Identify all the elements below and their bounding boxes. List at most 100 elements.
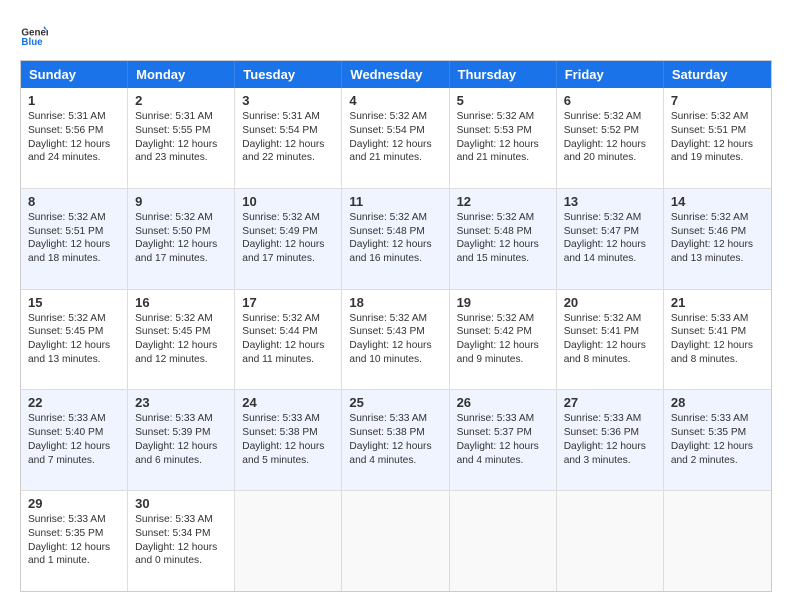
- day-info-line: Sunrise: 5:33 AM: [28, 513, 120, 527]
- day-info-line: Daylight: 12 hours: [671, 440, 764, 454]
- day-info-line: Sunset: 5:45 PM: [28, 325, 120, 339]
- day-info-line: Sunrise: 5:32 AM: [349, 110, 441, 124]
- day-info-line: Sunrise: 5:33 AM: [349, 412, 441, 426]
- day-cell-26: 26Sunrise: 5:33 AMSunset: 5:37 PMDayligh…: [450, 390, 557, 490]
- day-info-line: Sunset: 5:48 PM: [457, 225, 549, 239]
- day-cell-8: 8Sunrise: 5:32 AMSunset: 5:51 PMDaylight…: [21, 189, 128, 289]
- day-info-line: Daylight: 12 hours: [135, 541, 227, 555]
- day-info-line: and 6 minutes.: [135, 454, 227, 468]
- day-cell-24: 24Sunrise: 5:33 AMSunset: 5:38 PMDayligh…: [235, 390, 342, 490]
- weekday-header-friday: Friday: [557, 61, 664, 88]
- day-info-line: Daylight: 12 hours: [28, 238, 120, 252]
- day-info-line: Sunrise: 5:32 AM: [457, 110, 549, 124]
- day-info-line: Sunset: 5:49 PM: [242, 225, 334, 239]
- day-info-line: Daylight: 12 hours: [457, 440, 549, 454]
- day-info-line: and 13 minutes.: [671, 252, 764, 266]
- day-info-line: Sunset: 5:46 PM: [671, 225, 764, 239]
- calendar-body: 1Sunrise: 5:31 AMSunset: 5:56 PMDaylight…: [21, 88, 771, 591]
- day-info-line: Sunrise: 5:31 AM: [28, 110, 120, 124]
- day-info-line: Sunset: 5:34 PM: [135, 527, 227, 541]
- day-number: 6: [564, 93, 656, 108]
- day-info-line: and 13 minutes.: [28, 353, 120, 367]
- day-info-line: Sunset: 5:54 PM: [349, 124, 441, 138]
- day-info-line: Daylight: 12 hours: [457, 339, 549, 353]
- day-info-line: Daylight: 12 hours: [349, 440, 441, 454]
- day-info-line: Sunrise: 5:33 AM: [135, 412, 227, 426]
- calendar-row-3: 22 Sunrise: 5:33 AM Sunset: 5:40 PM Dayligh…: [21, 389, 771, 490]
- day-info-line: Sunrise: 5:31 AM: [135, 110, 227, 124]
- calendar-header: SundayMondayTuesdayWednesdayThursdayFrid…: [21, 61, 771, 88]
- day-info-line: Sunrise: 5:32 AM: [349, 211, 441, 225]
- day-info-line: Sunset: 5:38 PM: [242, 426, 334, 440]
- day-cell-4: 4Sunrise: 5:32 AMSunset: 5:54 PMDaylight…: [342, 88, 449, 188]
- day-cell-28: 28Sunrise: 5:33 AMSunset: 5:35 PMDayligh…: [664, 390, 771, 490]
- day-number: 28: [671, 395, 764, 410]
- day-info-line: and 7 minutes.: [28, 454, 120, 468]
- calendar-row-2: 15Sunrise: 5:32 AMSunset: 5:45 PMDayligh…: [21, 289, 771, 390]
- day-info-line: Sunset: 5:40 PM: [28, 426, 120, 440]
- day-cell-18: 18Sunrise: 5:32 AMSunset: 5:43 PMDayligh…: [342, 290, 449, 390]
- day-info-line: Sunrise: 5:33 AM: [242, 412, 334, 426]
- weekday-header-thursday: Thursday: [450, 61, 557, 88]
- day-info-line: Sunset: 5:47 PM: [564, 225, 656, 239]
- day-info-line: Daylight: 12 hours: [564, 238, 656, 252]
- day-info-line: Sunrise: 5:32 AM: [457, 312, 549, 326]
- day-number: 1: [28, 93, 120, 108]
- day-number: 8: [28, 194, 120, 209]
- day-number: 16: [135, 295, 227, 310]
- day-info-line: Sunrise: 5:32 AM: [564, 211, 656, 225]
- day-number: 7: [671, 93, 764, 108]
- day-cell-5: 5Sunrise: 5:32 AMSunset: 5:53 PMDaylight…: [450, 88, 557, 188]
- day-number: 17: [242, 295, 334, 310]
- day-cell-16: 16Sunrise: 5:32 AMSunset: 5:45 PMDayligh…: [128, 290, 235, 390]
- day-info-line: and 17 minutes.: [135, 252, 227, 266]
- empty-cell-4-5: [557, 491, 664, 591]
- day-info-line: Sunset: 5:54 PM: [242, 124, 334, 138]
- day-info-line: Daylight: 12 hours: [671, 339, 764, 353]
- day-cell-15: 15Sunrise: 5:32 AMSunset: 5:45 PMDayligh…: [21, 290, 128, 390]
- page: General Blue SundayMondayTuesdayWednesda…: [0, 0, 792, 612]
- day-info-line: and 1 minute.: [28, 554, 120, 568]
- day-cell-13: 13Sunrise: 5:32 AMSunset: 5:47 PMDayligh…: [557, 189, 664, 289]
- day-info-line: Sunrise: 5:32 AM: [457, 211, 549, 225]
- day-info-line: and 22 minutes.: [242, 151, 334, 165]
- day-info-line: and 8 minutes.: [564, 353, 656, 367]
- day-number: 22: [28, 395, 120, 410]
- day-cell-25: 25Sunrise: 5:33 AMSunset: 5:38 PMDayligh…: [342, 390, 449, 490]
- weekday-header-monday: Monday: [128, 61, 235, 88]
- day-info-line: Sunrise: 5:32 AM: [671, 211, 764, 225]
- empty-cell-4-6: [664, 491, 771, 591]
- day-cell-17: 17Sunrise: 5:32 AMSunset: 5:44 PMDayligh…: [235, 290, 342, 390]
- day-info-line: Daylight: 12 hours: [349, 339, 441, 353]
- logo: General Blue: [20, 20, 52, 48]
- day-info-line: Daylight: 12 hours: [28, 339, 120, 353]
- day-info-line: and 3 minutes.: [564, 454, 656, 468]
- logo-icon: General Blue: [20, 20, 48, 48]
- day-info-line: Sunset: 5:52 PM: [564, 124, 656, 138]
- day-info-line: Daylight: 12 hours: [135, 339, 227, 353]
- day-info-line: and 20 minutes.: [564, 151, 656, 165]
- day-cell-6: 6Sunrise: 5:32 AMSunset: 5:52 PMDaylight…: [557, 88, 664, 188]
- day-number: 2: [135, 93, 227, 108]
- day-info-line: Sunset: 5:35 PM: [671, 426, 764, 440]
- day-number: 9: [135, 194, 227, 209]
- day-info-line: Daylight: 12 hours: [671, 138, 764, 152]
- weekday-header-sunday: Sunday: [21, 61, 128, 88]
- weekday-header-tuesday: Tuesday: [235, 61, 342, 88]
- day-number: 27: [564, 395, 656, 410]
- day-info-line: Sunset: 5:44 PM: [242, 325, 334, 339]
- day-info-line: Sunset: 5:37 PM: [457, 426, 549, 440]
- day-info-line: and 4 minutes.: [457, 454, 549, 468]
- day-info-line: Sunrise: 5:32 AM: [28, 211, 120, 225]
- empty-cell-4-4: [450, 491, 557, 591]
- day-info-line: and 4 minutes.: [349, 454, 441, 468]
- day-info-line: Sunset: 5:39 PM: [135, 426, 227, 440]
- day-cell-14: 14Sunrise: 5:32 AMSunset: 5:46 PMDayligh…: [664, 189, 771, 289]
- day-number: 24: [242, 395, 334, 410]
- day-info-line: Sunrise: 5:33 AM: [457, 412, 549, 426]
- day-info-line: Daylight: 12 hours: [349, 138, 441, 152]
- weekday-header-wednesday: Wednesday: [342, 61, 449, 88]
- day-info-line: Sunrise: 5:33 AM: [135, 513, 227, 527]
- day-info-line: Sunset: 5:41 PM: [671, 325, 764, 339]
- day-info-line: Daylight: 12 hours: [242, 138, 334, 152]
